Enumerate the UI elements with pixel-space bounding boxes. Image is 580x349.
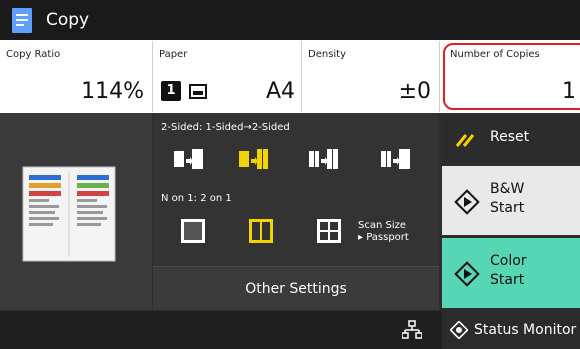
2-sided-to-1-sided-icon[interactable] (377, 145, 413, 177)
1-sided-to-1-sided-icon[interactable] (170, 145, 206, 177)
status-monitor-icon (450, 321, 468, 339)
document-preview-icon (22, 166, 116, 262)
n-on-1-off-icon[interactable] (178, 216, 208, 246)
paper-tray-icon (189, 84, 207, 99)
reset-icon (455, 134, 475, 147)
scan-size-button[interactable]: Scan Size ▸ Passport (358, 220, 409, 244)
color-start-button[interactable]: Color Start (442, 238, 580, 308)
status-monitor-button[interactable]: Status Monitor (442, 311, 580, 349)
reset-button[interactable]: Reset (442, 115, 580, 163)
color-start-line2: Start (490, 272, 525, 288)
start-icon (454, 189, 480, 215)
density-label: Density (308, 49, 347, 60)
copy-ratio-label: Copy Ratio (6, 49, 61, 60)
paper-tray-number: 1 (161, 81, 181, 101)
other-settings-button[interactable]: Other Settings (153, 266, 439, 310)
bw-start-label: B&W Start (490, 180, 524, 218)
2-sided-to-2-sided-icon[interactable] (305, 145, 341, 177)
paper-label: Paper (159, 49, 188, 60)
color-start-line1: Color (490, 253, 527, 269)
copy-ratio-value: 114% (81, 79, 144, 104)
start-icon (454, 261, 480, 287)
density-setting[interactable]: Density ±0 (302, 41, 439, 112)
bw-start-button[interactable]: B&W Start (442, 166, 580, 235)
n-on-1-setting-label: N on 1: 2 on 1 (161, 193, 232, 204)
2-on-1-icon[interactable] (246, 216, 276, 246)
density-value: ±0 (398, 79, 431, 104)
scan-size-value: ▸ Passport (358, 232, 409, 243)
1-sided-to-2-sided-icon[interactable] (235, 145, 271, 177)
duplex-setting-label: 2-Sided: 1-Sided→2-Sided (161, 122, 290, 133)
network-icon[interactable] (402, 320, 422, 340)
bw-start-line1: B&W (490, 181, 525, 197)
status-monitor-label: Status Monitor (474, 322, 577, 338)
4-on-1-icon[interactable] (314, 216, 344, 246)
bw-start-line2: Start (490, 200, 525, 216)
copies-focus-frame (443, 43, 580, 110)
reset-label: Reset (490, 129, 530, 145)
copy-ratio-setting[interactable]: Copy Ratio 114% (0, 41, 152, 112)
copy-app-icon (12, 8, 32, 33)
page-title: Copy (46, 10, 90, 30)
color-start-label: Color Start (490, 252, 527, 290)
scan-size-title: Scan Size (358, 220, 407, 231)
paper-setting[interactable]: Paper 1 A4 (153, 41, 301, 112)
paper-size-value: A4 (265, 79, 295, 104)
